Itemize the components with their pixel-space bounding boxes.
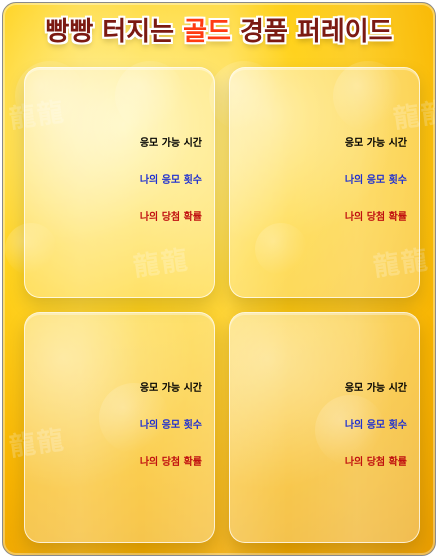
my-win-probability-label: 나의 당첨 확률 <box>344 212 407 223</box>
entry-time-label: 응모 가능 시간 <box>139 138 202 149</box>
entry-time-label: 응모 가능 시간 <box>344 138 407 149</box>
my-win-probability-label: 나의 당첨 확률 <box>344 457 407 468</box>
title-part-1: 빵빵 터지는 <box>45 17 184 47</box>
title-part-2: 경품 퍼레이드 <box>230 17 393 47</box>
my-entry-count-label: 나의 응모 횟수 <box>139 420 202 431</box>
prize-card-4[interactable]: 응모 가능 시간 나의 응모 횟수 나의 당첨 확률 <box>229 312 420 543</box>
entry-time-label: 응모 가능 시간 <box>344 383 407 394</box>
event-board: 龍龍 龍龍 龍龍 龍龍 龍龍 빵빵 터지는 골드 경품 퍼레이드 응모 가능 시… <box>2 2 436 556</box>
my-win-probability-label: 나의 당첨 확률 <box>139 457 202 468</box>
prize-card-1[interactable]: 응모 가능 시간 나의 응모 횟수 나의 당첨 확률 <box>24 67 215 298</box>
title-text: 빵빵 터지는 골드 경품 퍼레이드 <box>45 17 392 47</box>
prize-card-3[interactable]: 응모 가능 시간 나의 응모 횟수 나의 당첨 확률 <box>24 312 215 543</box>
my-win-probability-label: 나의 당첨 확률 <box>139 212 202 223</box>
prize-card-2[interactable]: 응모 가능 시간 나의 응모 횟수 나의 당첨 확률 <box>229 67 420 298</box>
my-entry-count-label: 나의 응모 횟수 <box>344 175 407 186</box>
title-accent: 골드 <box>183 17 231 47</box>
entry-time-label: 응모 가능 시간 <box>139 383 202 394</box>
my-entry-count-label: 나의 응모 횟수 <box>344 420 407 431</box>
page-title: 빵빵 터지는 골드 경품 퍼레이드 <box>3 17 435 47</box>
my-entry-count-label: 나의 응모 횟수 <box>139 175 202 186</box>
